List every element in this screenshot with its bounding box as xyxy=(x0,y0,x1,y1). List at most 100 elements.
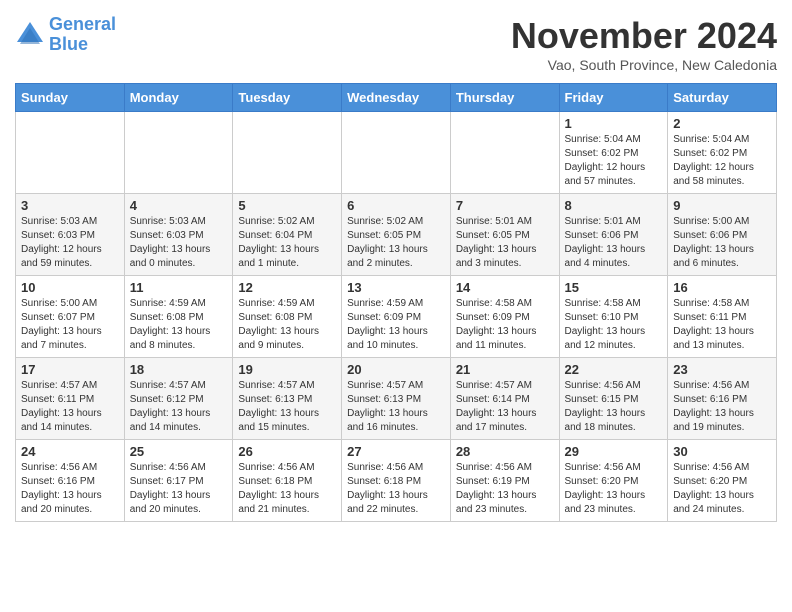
day-info: Sunrise: 4:56 AM Sunset: 6:16 PM Dayligh… xyxy=(21,461,119,517)
day-info: Sunrise: 4:56 AM Sunset: 6:20 PM Dayligh… xyxy=(673,461,771,517)
day-number: 18 xyxy=(130,362,228,377)
day-info: Sunrise: 4:56 AM Sunset: 6:20 PM Dayligh… xyxy=(565,461,663,517)
calendar-cell: 15 Sunrise: 4:58 AM Sunset: 6:10 PM Dayli… xyxy=(559,276,668,358)
calendar-cell: 13Sunrise: 4:59 AM Sunset: 6:09 PM Dayli… xyxy=(342,276,451,358)
day-number: 17 xyxy=(21,362,119,377)
day-info: Sunrise: 4:56 AM Sunset: 6:19 PM Dayligh… xyxy=(456,461,554,517)
day-number: 30 xyxy=(673,444,771,459)
weekday-header: Sunday xyxy=(16,84,125,112)
day-number: 21 xyxy=(456,362,554,377)
day-info: Sunrise: 4:56 AM Sunset: 6:18 PM Dayligh… xyxy=(347,461,445,517)
calendar-week-row: 3Sunrise: 5:03 AM Sunset: 6:03 PM Daylig… xyxy=(16,194,777,276)
day-info: Sunrise: 5:04 AM Sunset: 6:02 PM Dayligh… xyxy=(673,133,771,189)
weekday-header-row: SundayMondayTuesdayWednesdayThursdayFrid… xyxy=(16,84,777,112)
calendar-cell: 22 Sunrise: 4:56 AM Sunset: 6:15 PM Dayli… xyxy=(559,358,668,440)
day-number: 6 xyxy=(347,198,445,213)
calendar-cell: 6 Sunrise: 5:02 AM Sunset: 6:05 PM Daylig… xyxy=(342,194,451,276)
day-number: 20 xyxy=(347,362,445,377)
calendar-cell: 19 Sunrise: 4:57 AM Sunset: 6:13 PM Dayli… xyxy=(233,358,342,440)
logo-icon xyxy=(15,20,45,50)
calendar-cell: 9 Sunrise: 5:00 AM Sunset: 6:06 PM Daylig… xyxy=(668,194,777,276)
calendar-cell: 28 Sunrise: 4:56 AM Sunset: 6:19 PM Dayli… xyxy=(450,440,559,522)
calendar-cell: 20Sunrise: 4:57 AM Sunset: 6:13 PM Dayli… xyxy=(342,358,451,440)
calendar-cell: 8Sunrise: 5:01 AM Sunset: 6:06 PM Daylig… xyxy=(559,194,668,276)
calendar-cell: 30 Sunrise: 4:56 AM Sunset: 6:20 PM Dayli… xyxy=(668,440,777,522)
day-info: Sunrise: 4:59 AM Sunset: 6:08 PM Dayligh… xyxy=(130,297,228,353)
weekday-header: Tuesday xyxy=(233,84,342,112)
calendar-cell: 1 Sunrise: 5:04 AM Sunset: 6:02 PM Daylig… xyxy=(559,112,668,194)
day-info: Sunrise: 4:59 AM Sunset: 6:08 PM Dayligh… xyxy=(238,297,336,353)
day-number: 29 xyxy=(565,444,663,459)
day-info: Sunrise: 5:01 AM Sunset: 6:05 PM Dayligh… xyxy=(456,215,554,271)
day-info: Sunrise: 5:03 AM Sunset: 6:03 PM Dayligh… xyxy=(130,215,228,271)
day-info: Sunrise: 5:00 AM Sunset: 6:07 PM Dayligh… xyxy=(21,297,119,353)
weekday-header: Saturday xyxy=(668,84,777,112)
day-info: Sunrise: 4:56 AM Sunset: 6:15 PM Dayligh… xyxy=(565,379,663,435)
day-info: Sunrise: 4:57 AM Sunset: 6:13 PM Dayligh… xyxy=(238,379,336,435)
day-info: Sunrise: 5:01 AM Sunset: 6:06 PM Dayligh… xyxy=(565,215,663,271)
calendar-cell: 27 Sunrise: 4:56 AM Sunset: 6:18 PM Dayli… xyxy=(342,440,451,522)
day-number: 16 xyxy=(673,280,771,295)
calendar-cell xyxy=(450,112,559,194)
day-number: 22 xyxy=(565,362,663,377)
day-info: Sunrise: 5:02 AM Sunset: 6:04 PM Dayligh… xyxy=(238,215,336,271)
calendar-cell xyxy=(233,112,342,194)
calendar-cell xyxy=(16,112,125,194)
day-info: Sunrise: 4:58 AM Sunset: 6:10 PM Dayligh… xyxy=(565,297,663,353)
day-number: 5 xyxy=(238,198,336,213)
day-number: 9 xyxy=(673,198,771,213)
calendar-cell: 23Sunrise: 4:56 AM Sunset: 6:16 PM Dayli… xyxy=(668,358,777,440)
calendar-week-row: 24 Sunrise: 4:56 AM Sunset: 6:16 PM Dayli… xyxy=(16,440,777,522)
calendar-table: SundayMondayTuesdayWednesdayThursdayFrid… xyxy=(15,83,777,522)
title-area: November 2024 Vao, South Province, New C… xyxy=(511,15,777,73)
day-number: 26 xyxy=(238,444,336,459)
day-number: 27 xyxy=(347,444,445,459)
logo-text: General Blue xyxy=(49,15,116,55)
day-number: 7 xyxy=(456,198,554,213)
logo: General Blue xyxy=(15,15,116,55)
calendar-cell: 16Sunrise: 4:58 AM Sunset: 6:11 PM Dayli… xyxy=(668,276,777,358)
calendar-cell: 11 Sunrise: 4:59 AM Sunset: 6:08 PM Dayli… xyxy=(124,276,233,358)
calendar-cell xyxy=(124,112,233,194)
calendar-cell: 10 Sunrise: 5:00 AM Sunset: 6:07 PM Dayli… xyxy=(16,276,125,358)
weekday-header: Monday xyxy=(124,84,233,112)
calendar-cell: 3Sunrise: 5:03 AM Sunset: 6:03 PM Daylig… xyxy=(16,194,125,276)
calendar-cell: 17 Sunrise: 4:57 AM Sunset: 6:11 PM Dayli… xyxy=(16,358,125,440)
weekday-header: Wednesday xyxy=(342,84,451,112)
location: Vao, South Province, New Caledonia xyxy=(511,57,777,73)
day-number: 19 xyxy=(238,362,336,377)
page-header: General Blue November 2024 Vao, South Pr… xyxy=(15,15,777,73)
day-number: 10 xyxy=(21,280,119,295)
weekday-header: Friday xyxy=(559,84,668,112)
calendar-week-row: 1 Sunrise: 5:04 AM Sunset: 6:02 PM Daylig… xyxy=(16,112,777,194)
calendar-cell: 12 Sunrise: 4:59 AM Sunset: 6:08 PM Dayli… xyxy=(233,276,342,358)
day-info: Sunrise: 4:56 AM Sunset: 6:17 PM Dayligh… xyxy=(130,461,228,517)
calendar-cell: 24 Sunrise: 4:56 AM Sunset: 6:16 PM Dayli… xyxy=(16,440,125,522)
day-number: 28 xyxy=(456,444,554,459)
day-info: Sunrise: 5:00 AM Sunset: 6:06 PM Dayligh… xyxy=(673,215,771,271)
weekday-header: Thursday xyxy=(450,84,559,112)
calendar-cell: 7 Sunrise: 5:01 AM Sunset: 6:05 PM Daylig… xyxy=(450,194,559,276)
calendar-cell: 25 Sunrise: 4:56 AM Sunset: 6:17 PM Dayli… xyxy=(124,440,233,522)
day-number: 11 xyxy=(130,280,228,295)
day-number: 25 xyxy=(130,444,228,459)
day-number: 24 xyxy=(21,444,119,459)
day-info: Sunrise: 5:02 AM Sunset: 6:05 PM Dayligh… xyxy=(347,215,445,271)
calendar-cell: 21Sunrise: 4:57 AM Sunset: 6:14 PM Dayli… xyxy=(450,358,559,440)
calendar-cell: 2 Sunrise: 5:04 AM Sunset: 6:02 PM Daylig… xyxy=(668,112,777,194)
day-number: 23 xyxy=(673,362,771,377)
day-number: 2 xyxy=(673,116,771,131)
day-number: 4 xyxy=(130,198,228,213)
day-number: 1 xyxy=(565,116,663,131)
month-title: November 2024 xyxy=(511,15,777,57)
day-number: 14 xyxy=(456,280,554,295)
day-number: 15 xyxy=(565,280,663,295)
day-info: Sunrise: 5:04 AM Sunset: 6:02 PM Dayligh… xyxy=(565,133,663,189)
calendar-cell: 29 Sunrise: 4:56 AM Sunset: 6:20 PM Dayli… xyxy=(559,440,668,522)
calendar-cell: 5 Sunrise: 5:02 AM Sunset: 6:04 PM Daylig… xyxy=(233,194,342,276)
day-info: Sunrise: 4:59 AM Sunset: 6:09 PM Dayligh… xyxy=(347,297,445,353)
day-info: Sunrise: 4:57 AM Sunset: 6:11 PM Dayligh… xyxy=(21,379,119,435)
day-number: 12 xyxy=(238,280,336,295)
calendar-cell: 14Sunrise: 4:58 AM Sunset: 6:09 PM Dayli… xyxy=(450,276,559,358)
calendar-week-row: 17 Sunrise: 4:57 AM Sunset: 6:11 PM Dayli… xyxy=(16,358,777,440)
